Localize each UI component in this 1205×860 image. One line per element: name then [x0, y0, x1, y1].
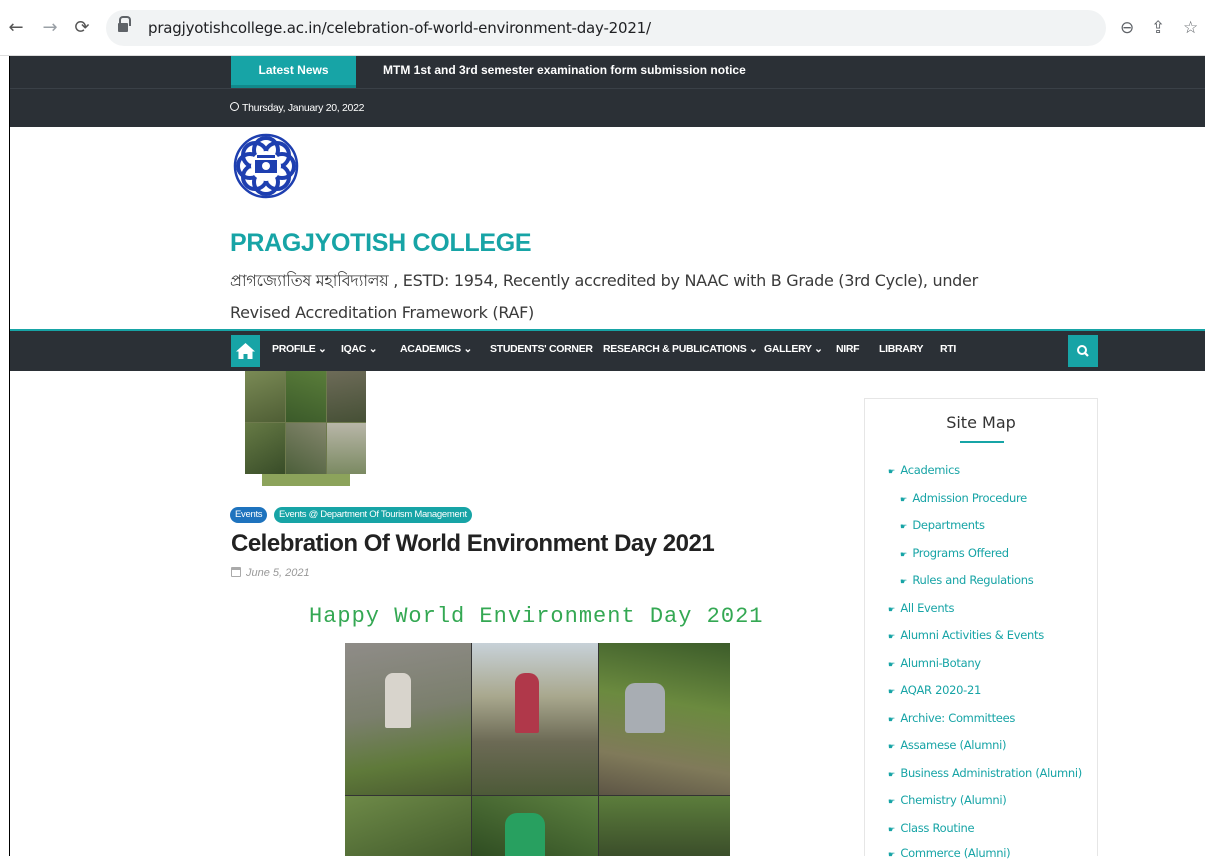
lock-icon	[118, 16, 131, 34]
hand-pointer-icon: ☛	[888, 850, 895, 859]
home-icon	[236, 343, 255, 359]
hand-pointer-icon: ☛	[888, 742, 895, 751]
post-title: Celebration Of World Environment Day 202…	[231, 530, 715, 557]
site-tagline: প্ৰাগজ্যোতিষ মহাবিদ্যালয় , ESTD: 1954, …	[230, 271, 978, 322]
sitemap-link[interactable]: ☛ Business Administration (Alumni)	[888, 766, 1082, 780]
greeting-heading: Happy World Environment Day 2021	[309, 604, 764, 629]
sitemap-link[interactable]: ☛ Academics	[888, 463, 960, 477]
site-map-widget: Site Map ☛ Academics ☛ Admission Procedu…	[864, 398, 1098, 860]
url-text: pragjyotishcollege.ac.in/celebration-of-…	[148, 19, 651, 37]
site-title[interactable]: PRAGJYOTISH COLLEGE	[230, 229, 532, 258]
sitemap-link[interactable]: ☛ Programs Offered	[900, 546, 1009, 560]
nav-nirf[interactable]: NIRF	[836, 343, 860, 355]
bookmark-star-icon[interactable]: ☆	[1183, 18, 1198, 38]
hand-pointer-icon: ☛	[888, 797, 895, 806]
main-navigation: PROFILE ⌄ IQAC ⌄ ACADEMICS ⌄ STUDENTS' C…	[10, 331, 1205, 371]
sitemap-link[interactable]: ☛ Chemistry (Alumni)	[888, 793, 1007, 807]
news-ticker-item[interactable]: MTM 1st and 3rd semester examination for…	[383, 63, 746, 77]
nav-iqac[interactable]: IQAC ⌄	[341, 343, 377, 355]
sitemap-link[interactable]: ☛ Rules and Regulations	[900, 573, 1034, 587]
current-date: Thursday, January 20, 2022	[242, 102, 365, 114]
sitemap-link[interactable]: ☛ Assamese (Alumni)	[888, 738, 1006, 752]
calendar-icon	[231, 567, 241, 577]
sitemap-link[interactable]: ☛ Commerce (Alumni)	[888, 846, 1011, 860]
site-map-title: Site Map	[946, 413, 1016, 432]
reload-icon[interactable]: ⟳	[72, 18, 92, 38]
home-button[interactable]	[231, 335, 260, 367]
search-icon	[1077, 345, 1089, 357]
sitemap-link[interactable]: ☛ Class Routine	[888, 821, 975, 835]
address-bar[interactable]: pragjyotishcollege.ac.in/celebration-of-…	[106, 10, 1106, 46]
hand-pointer-icon: ☛	[888, 687, 895, 696]
nav-library[interactable]: LIBRARY	[879, 343, 923, 355]
site-map-title-underline	[960, 441, 1004, 443]
hand-pointer-icon: ☛	[900, 550, 907, 559]
clock-icon	[230, 102, 239, 111]
nav-rti[interactable]: RTI	[940, 343, 956, 355]
nav-academics[interactable]: ACADEMICS ⌄	[400, 343, 472, 355]
hand-pointer-icon: ☛	[888, 632, 895, 641]
post-date[interactable]: June 5, 2021	[246, 567, 310, 579]
hand-pointer-icon: ☛	[900, 495, 907, 504]
sitemap-link[interactable]: ☛ AQAR 2020-21	[888, 683, 981, 697]
hand-pointer-icon: ☛	[900, 577, 907, 586]
sitemap-link[interactable]: ☛ Departments	[900, 518, 985, 532]
back-arrow-icon[interactable]: ←	[6, 18, 26, 38]
category-badge-tourism[interactable]: Events @ Department Of Tourism Managemen…	[274, 507, 472, 523]
category-badge-events[interactable]: Events	[230, 507, 268, 523]
search-button[interactable]	[1068, 335, 1098, 367]
hand-pointer-icon: ☛	[888, 660, 895, 669]
sitemap-link[interactable]: ☛ Alumni Activities & Events	[888, 628, 1044, 642]
hand-pointer-icon: ☛	[888, 825, 895, 834]
hand-pointer-icon: ☛	[888, 715, 895, 724]
nav-gallery[interactable]: GALLERY ⌄	[764, 343, 823, 355]
hand-pointer-icon: ☛	[900, 522, 907, 531]
zoom-icon[interactable]: ⊖	[1120, 18, 1134, 38]
sitemap-link[interactable]: ☛ Alumni-Botany	[888, 656, 981, 670]
nav-research-publications[interactable]: RESEARCH & PUBLICATIONS ⌄	[603, 343, 758, 355]
hand-pointer-icon: ☛	[888, 605, 895, 614]
sitemap-link[interactable]: ☛ Archive: Committees	[888, 711, 1015, 725]
post-photo-collage[interactable]	[345, 643, 730, 856]
hand-pointer-icon: ☛	[888, 770, 895, 779]
latest-news-label: Latest News	[231, 56, 356, 88]
forward-arrow-icon[interactable]: →	[40, 18, 60, 38]
featured-image[interactable]	[245, 371, 366, 474]
window-edge	[9, 56, 10, 856]
nav-students-corner[interactable]: STUDENTS' CORNER	[490, 343, 593, 355]
featured-image-caption-strip	[262, 474, 350, 486]
date-bar: Thursday, January 20, 2022	[10, 88, 1205, 127]
latest-news-bar: Latest News MTM 1st and 3rd semester exa…	[10, 56, 1205, 88]
nav-profile[interactable]: PROFILE ⌄	[272, 343, 327, 355]
hand-pointer-icon: ☛	[888, 467, 895, 476]
browser-toolbar: ← → ⟳ pragjyotishcollege.ac.in/celebrati…	[0, 0, 1205, 56]
college-logo[interactable]	[233, 133, 299, 199]
share-icon[interactable]: ⇪	[1151, 18, 1165, 38]
sitemap-link[interactable]: ☛ All Events	[888, 601, 955, 615]
sitemap-link[interactable]: ☛ Admission Procedure	[900, 491, 1027, 505]
